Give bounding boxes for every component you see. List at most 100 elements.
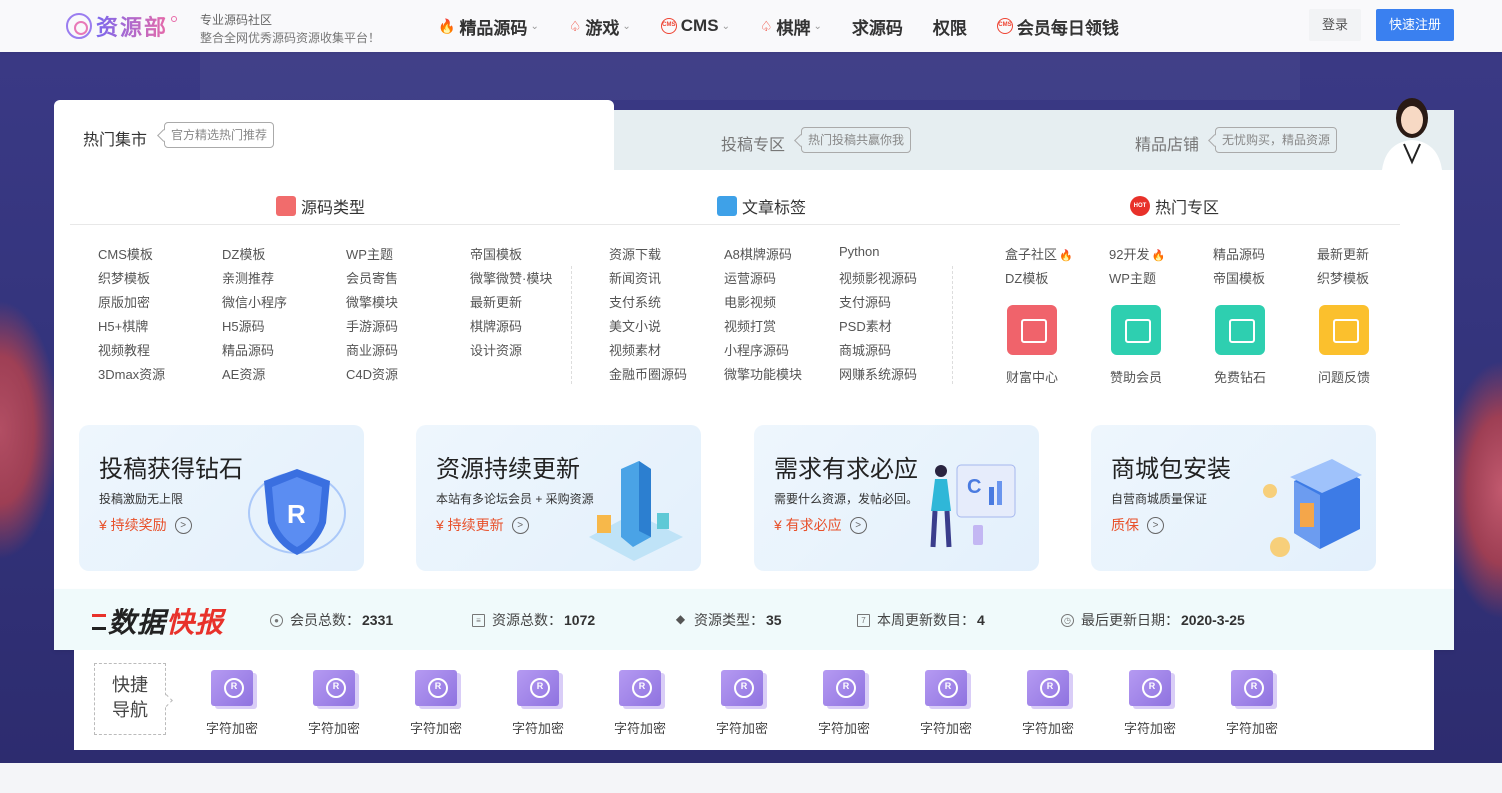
feature-card-updates[interactable]: 资源持续更新 本站有多论坛会员 + 采购资源 ¥ 持续更新 > [416, 425, 701, 571]
card-title: 商城包安装 [1111, 456, 1231, 483]
article-tag-link[interactable]: 商城源码 [839, 340, 891, 359]
source-type-link[interactable]: 手游源码 [346, 316, 398, 335]
article-tag-link[interactable]: 支付源码 [839, 292, 891, 311]
quick-nav-item[interactable]: 字符加密 [1115, 670, 1185, 737]
article-tag-link[interactable]: 网赚系统源码 [839, 364, 917, 383]
feature-card-submission[interactable]: 投稿获得钻石 投稿激励无上限 ¥ 持续奖励 > R [79, 425, 364, 571]
hot-zone-link[interactable]: WP主题 [1109, 268, 1156, 287]
nav-item-chess[interactable]: ♤ 棋牌 ⌄ [760, 14, 822, 39]
source-type-link[interactable]: CMS模板 [98, 244, 153, 263]
source-type-link[interactable]: 精品源码 [222, 340, 274, 359]
hot-zone-link[interactable]: 最新更新 [1317, 244, 1369, 263]
source-type-link[interactable]: H5+棋牌 [98, 316, 148, 335]
source-type-link[interactable]: 织梦模板 [98, 268, 150, 287]
spade-icon: ♤ [568, 17, 582, 34]
quick-nav-item[interactable]: 字符加密 [707, 670, 777, 737]
hot-zone-link[interactable]: DZ模板 [1005, 268, 1048, 287]
tab-tag: 热门投稿共赢你我 [801, 127, 912, 153]
stat-value: 4 [977, 612, 985, 628]
quick-nav: 快捷 导航 字符加密 字符加密 字符加密 字符加密 字符加密 字符加密 字符加密… [74, 650, 1434, 750]
source-type-link[interactable]: 视频教程 [98, 340, 150, 359]
source-type-link[interactable]: WP主题 [346, 244, 393, 263]
quick-nav-item[interactable]: 字符加密 [197, 670, 267, 737]
quick-nav-item[interactable]: 字符加密 [1217, 670, 1287, 737]
nav-item-permissions[interactable]: 权限 [933, 14, 967, 39]
source-type-link[interactable]: 设计资源 [470, 340, 522, 359]
source-type-link[interactable]: DZ模板 [222, 244, 265, 263]
article-tag-link[interactable]: PSD素材 [839, 316, 892, 335]
nav-item-daily-reward[interactable]: CMS 会员每日领钱 [996, 14, 1119, 39]
column-separator [571, 266, 572, 384]
article-tag-link[interactable]: 美文小说 [609, 316, 661, 335]
article-tag-link[interactable]: 微擎功能模块 [724, 364, 802, 383]
source-type-link[interactable]: 微信小程序 [222, 292, 287, 311]
heading-source-types: 源码类型 [276, 194, 365, 218]
fire-icon: 🔥 [1059, 250, 1073, 262]
quick-nav-item[interactable]: 字符加密 [605, 670, 675, 737]
source-type-link[interactable]: 微擎模块 [346, 292, 398, 311]
nav-item-cms[interactable]: CMS CMS ⌄ [660, 16, 730, 36]
nav-item-request-source[interactable]: 求源码 [852, 14, 903, 39]
nav-label: 权限 [932, 18, 967, 38]
slogan-line-2: 整合全网优秀源码资源收集平台！ [200, 31, 381, 45]
card-link[interactable]: ¥ 持续更新 > [436, 515, 529, 535]
service-avatar [1382, 98, 1442, 170]
article-tag-link[interactable]: 运营源码 [724, 268, 776, 287]
card-link[interactable]: ¥ 有求必应 > [774, 515, 867, 535]
source-type-link[interactable]: 棋牌源码 [470, 316, 522, 335]
source-type-link[interactable]: H5源码 [222, 316, 265, 335]
nav-item-premium-source[interactable]: 🔥 精品源码 ⌄ [438, 14, 539, 39]
source-type-link[interactable]: AE资源 [222, 364, 265, 383]
clock-icon: ◷ [1061, 613, 1074, 627]
quick-nav-item[interactable]: 字符加密 [809, 670, 879, 737]
feature-card-request[interactable]: 需求有求必应 需要什么资源，发帖必回。 ¥ 有求必应 > C [754, 425, 1039, 571]
nav-item-games[interactable]: ♤ 游戏 ⌄ [569, 14, 631, 39]
article-tag-link[interactable]: Python [839, 244, 879, 259]
hot-badge-icon: HOT [1130, 196, 1150, 216]
source-type-link[interactable]: 最新更新 [470, 292, 522, 311]
article-tag-link[interactable]: 电影视频 [724, 292, 776, 311]
card-link[interactable]: 质保 > [1111, 515, 1164, 535]
source-type-link[interactable]: 微擎微赞·模块 [470, 268, 552, 287]
quick-nav-item[interactable]: 字符加密 [299, 670, 369, 737]
article-tag-link[interactable]: A8棋牌源码 [724, 244, 792, 263]
calendar-icon: 7 [857, 613, 870, 627]
source-type-link[interactable]: 原版加密 [98, 292, 150, 311]
page-footer-bg [0, 763, 1502, 793]
hot-zone-link[interactable]: 92开发 🔥 [1109, 244, 1165, 263]
card-link[interactable]: ¥ 持续奖励 > [99, 515, 192, 535]
slogan-line-1: 专业源码社区 [200, 13, 273, 27]
article-tag-link[interactable]: 支付系统 [609, 292, 661, 311]
quick-nav-item[interactable]: 字符加密 [401, 670, 471, 737]
source-type-link[interactable]: 商业源码 [346, 340, 398, 359]
site-logo[interactable]: 资源部 [66, 10, 178, 42]
source-type-link[interactable]: 3Dmax资源 [98, 364, 165, 383]
hot-zone-link[interactable]: 帝国模板 [1213, 268, 1265, 287]
hot-zone-link[interactable]: 盒子社区 🔥 [1005, 244, 1073, 263]
article-tag-link[interactable]: 视频打赏 [724, 316, 776, 335]
source-type-link[interactable]: 会员寄售 [346, 268, 398, 287]
app-label: 赞助会员 [1109, 370, 1162, 385]
quick-nav-item[interactable]: 字符加密 [1013, 670, 1083, 737]
article-tag-link[interactable]: 小程序源码 [724, 340, 789, 359]
article-tag-link[interactable]: 视频影视源码 [839, 268, 917, 287]
source-type-link[interactable]: 帝国模板 [470, 244, 522, 263]
hot-zone-link[interactable]: 织梦模板 [1317, 268, 1369, 287]
article-tag-link[interactable]: 新闻资讯 [609, 268, 661, 287]
hot-zone-link[interactable]: 精品源码 [1213, 244, 1265, 263]
stat-value: 1072 [564, 612, 596, 628]
tab-hot-market[interactable]: 热门集市 官方精选热门推荐 [54, 100, 614, 172]
article-tag-link[interactable]: 资源下载 [609, 244, 661, 263]
feature-card-shop-install[interactable]: 商城包安装 自营商城质量保证 质保 > [1091, 425, 1376, 571]
stat-label: 本周更新数目： [877, 612, 975, 628]
quick-nav-item[interactable]: 字符加密 [503, 670, 573, 737]
register-button[interactable]: 快速注册 [1376, 9, 1454, 41]
brand-black-text: 数据 [108, 607, 167, 638]
article-tag-link[interactable]: 金融币圈源码 [609, 364, 687, 383]
source-type-link[interactable]: C4D资源 [346, 364, 398, 383]
source-type-link[interactable]: 亲测推荐 [222, 268, 274, 287]
tab-strip: 投稿专区 热门投稿共赢你我 精品店铺 无忧购买，精品资源 [614, 110, 1454, 170]
quick-nav-item[interactable]: 字符加密 [911, 670, 981, 737]
article-tag-link[interactable]: 视频素材 [609, 340, 661, 359]
login-button[interactable]: 登录 [1309, 9, 1361, 41]
